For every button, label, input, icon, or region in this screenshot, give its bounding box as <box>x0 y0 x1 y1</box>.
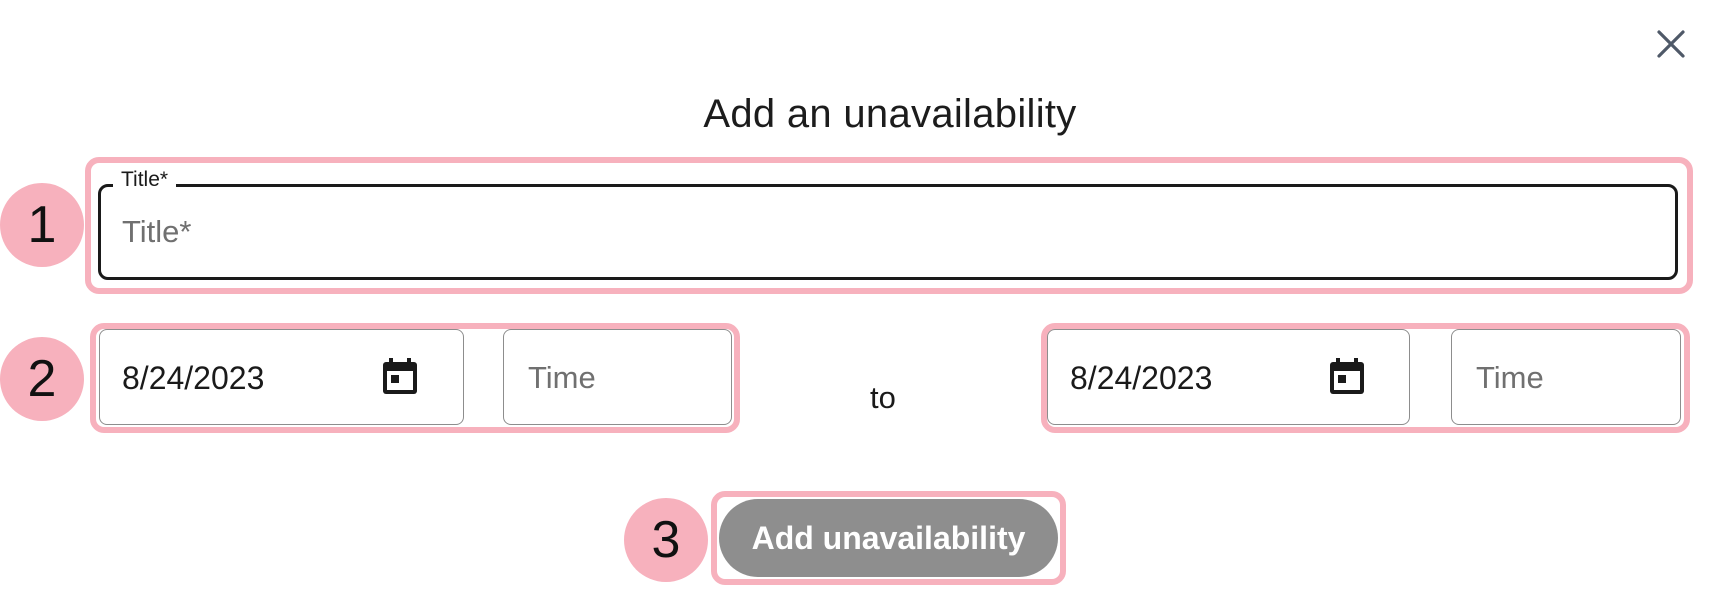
close-button[interactable] <box>1651 24 1691 64</box>
calendar-icon[interactable] <box>380 356 420 396</box>
end-date-field[interactable]: 8/24/2023 <box>1047 329 1410 425</box>
start-time-input[interactable] <box>526 358 716 398</box>
title-field-label: Title* <box>113 168 177 192</box>
end-time-input[interactable] <box>1474 358 1664 398</box>
end-date-value: 8/24/2023 <box>1070 360 1213 396</box>
add-unavailability-button[interactable]: Add unavailability <box>719 499 1058 577</box>
range-separator: to <box>870 380 896 415</box>
end-time-field[interactable] <box>1451 329 1681 425</box>
close-icon <box>1651 24 1691 64</box>
title-input[interactable] <box>120 210 1640 254</box>
calendar-icon[interactable] <box>1327 356 1367 396</box>
annotation-badge-1: 1 <box>0 183 84 267</box>
start-date-field[interactable]: 8/24/2023 <box>99 329 464 425</box>
annotation-badge-2: 2 <box>0 337 84 421</box>
annotation-badge-3: 3 <box>624 498 708 582</box>
dialog-title: Add an unavailability <box>703 92 1077 136</box>
start-time-field[interactable] <box>503 329 732 425</box>
start-date-value: 8/24/2023 <box>122 360 265 396</box>
